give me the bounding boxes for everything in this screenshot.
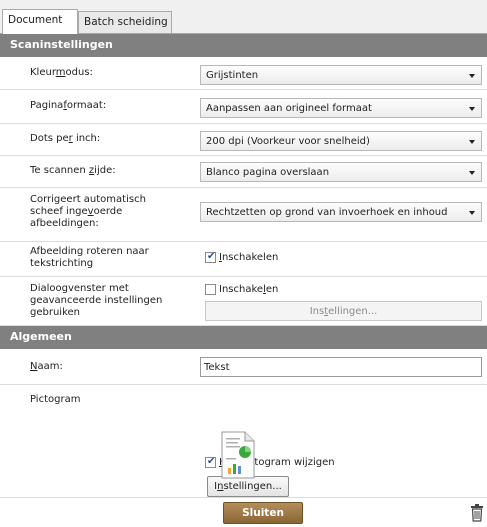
- section-header-general: Algemeen: [0, 326, 487, 349]
- color-mode-label: Kleurmodus:: [30, 67, 93, 78]
- row-page-size: Paginaformaat: Aanpassen aan origineel f…: [0, 90, 487, 124]
- rotate-label: Afbeelding roteren naar tekstrichting: [30, 246, 149, 269]
- rotate-enable-checkbox[interactable]: Inschakelen: [205, 251, 279, 263]
- chevron-down-icon: [469, 140, 475, 144]
- checkbox-checked-icon[interactable]: [205, 251, 216, 263]
- deskew-select[interactable]: Rechtzetten op grond van invoerhoek en i…: [200, 202, 482, 222]
- name-label: Naam:: [30, 361, 63, 372]
- row-advanced: Dialoogvenster met geavanceerde instelli…: [0, 277, 487, 326]
- row-rotate: Afbeelding roteren naar tekstrichting In…: [0, 242, 487, 277]
- chevron-down-icon: [469, 171, 475, 175]
- section-header-scan-settings: Scaninstellingen: [0, 34, 487, 57]
- name-input[interactable]: Tekst: [200, 357, 482, 377]
- dpi-label: Dots per inch:: [30, 133, 101, 144]
- row-name: Naam: Tekst: [0, 349, 487, 385]
- close-button[interactable]: Sluiten: [223, 502, 303, 524]
- row-deskew: Corrigeert automatisch scheef ingevoerde…: [0, 188, 487, 242]
- color-mode-select[interactable]: Grijstinten: [200, 65, 482, 85]
- tab-strip: Document Batch scheiding: [0, 0, 487, 34]
- advanced-enable-checkbox[interactable]: Inschakelen: [205, 284, 278, 295]
- advanced-enable-label: Inschakelen: [219, 284, 279, 295]
- dpi-select[interactable]: 200 dpi (Voorkeur voor snelheid): [200, 131, 482, 151]
- page-size-select[interactable]: Aanpassen aan origineel formaat: [200, 98, 482, 118]
- page-size-label: Paginaformaat:: [30, 100, 107, 111]
- checkbox-checked-icon[interactable]: [205, 456, 216, 468]
- footer-bar: Sluiten: [0, 497, 487, 527]
- row-dpi: Dots per inch: 200 dpi (Voorkeur voor sn…: [0, 124, 487, 156]
- chevron-down-icon: [469, 211, 475, 215]
- advanced-settings-button[interactable]: Instellingen...: [205, 301, 482, 321]
- advanced-label: Dialoogvenster met geavanceerde instelli…: [30, 283, 163, 318]
- row-color-mode: Kleurmodus: Grijstinten: [0, 57, 487, 90]
- scan-side-label: Te scannen zijde:: [30, 165, 116, 176]
- document-chart-icon: [221, 431, 255, 479]
- tab-batch-scheiding[interactable]: Batch scheiding: [78, 11, 172, 33]
- trash-icon[interactable]: [470, 504, 484, 522]
- tab-document[interactable]: Document: [2, 9, 78, 34]
- row-scan-side: Te scannen zijde: Blanco pagina overslaa…: [0, 156, 487, 188]
- chevron-down-icon: [469, 74, 475, 78]
- checkbox-unchecked-icon[interactable]: [205, 284, 216, 295]
- settings-panel: Scaninstellingen Kleurmodus: Grijstinten…: [0, 33, 487, 527]
- scan-side-select[interactable]: Blanco pagina overslaan: [200, 162, 482, 182]
- rotate-enable-label: Inschakelen: [219, 252, 279, 263]
- deskew-label: Corrigeert automatisch scheef ingevoerde…: [30, 194, 146, 229]
- chevron-down-icon: [469, 107, 475, 111]
- pictogram-label: Pictogram: [30, 394, 81, 405]
